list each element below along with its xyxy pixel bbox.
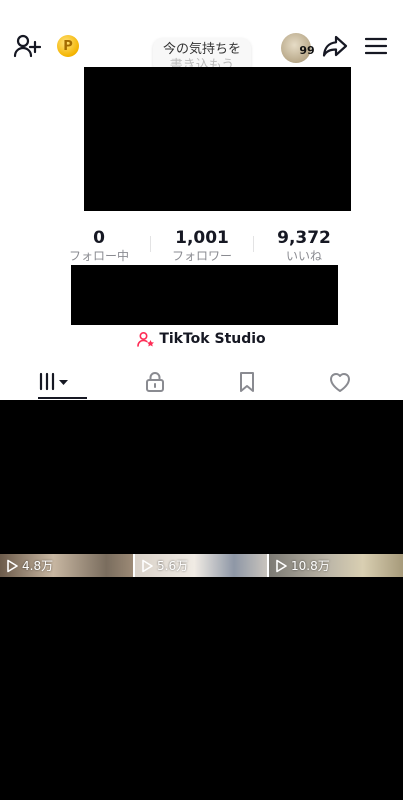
video-view-count: 10.8万 <box>291 559 330 573</box>
redacted-bio-area <box>71 265 338 325</box>
tab-liked[interactable] <box>290 365 390 399</box>
play-icon <box>7 559 18 572</box>
mood-line-1: 今の気持ちを <box>162 42 241 57</box>
stat-likes[interactable]: 9,372 いいね <box>249 228 359 264</box>
stories-count-badge: 99 <box>299 44 315 57</box>
stat-following-count: 0 <box>93 228 105 248</box>
coin-icon[interactable]: P <box>57 35 79 57</box>
coin-symbol: P <box>63 38 73 54</box>
play-icon <box>276 559 287 572</box>
stat-likes-count: 9,372 <box>277 228 331 248</box>
bookmark-icon <box>240 372 254 392</box>
tiktok-studio-link[interactable]: TikTok Studio <box>0 329 403 349</box>
video-view-count: 5.6万 <box>157 559 189 573</box>
hamburger-menu-icon <box>365 37 387 55</box>
tab-private[interactable] <box>105 365 205 399</box>
tab-videos[interactable] <box>5 365 105 399</box>
stat-followers[interactable]: 1,001 フォロワー <box>147 228 257 264</box>
video-thumbnail[interactable]: 5.6万 <box>135 554 267 577</box>
stat-followers-label: フォロワー <box>171 249 232 263</box>
video-thumbnail[interactable]: 4.8万 <box>0 554 133 577</box>
studio-user-star-icon <box>137 331 155 347</box>
share-icon <box>322 35 348 57</box>
active-tab-indicator <box>38 397 87 399</box>
grid-icon <box>39 372 68 391</box>
video-view-count: 4.8万 <box>22 559 54 573</box>
heart-icon <box>330 373 350 392</box>
redacted-video-area <box>0 577 403 800</box>
stat-following[interactable]: 0 フォロー中 <box>44 228 154 264</box>
tab-favorites[interactable] <box>197 365 297 399</box>
add-friend-button[interactable] <box>12 32 42 60</box>
play-icon <box>142 559 153 572</box>
stat-likes-label: いいね <box>285 249 322 263</box>
tiktok-studio-label: TikTok Studio <box>159 331 266 347</box>
add-user-icon <box>13 34 41 58</box>
redacted-video-area <box>0 400 403 554</box>
menu-button[interactable] <box>364 34 388 58</box>
stat-following-label: フォロー中 <box>68 249 129 263</box>
redacted-profile-area <box>84 67 351 211</box>
share-button[interactable] <box>320 32 350 60</box>
stat-followers-count: 1,001 <box>175 228 229 248</box>
video-thumbnail[interactable]: 10.8万 <box>269 554 403 577</box>
lock-icon <box>146 372 164 392</box>
